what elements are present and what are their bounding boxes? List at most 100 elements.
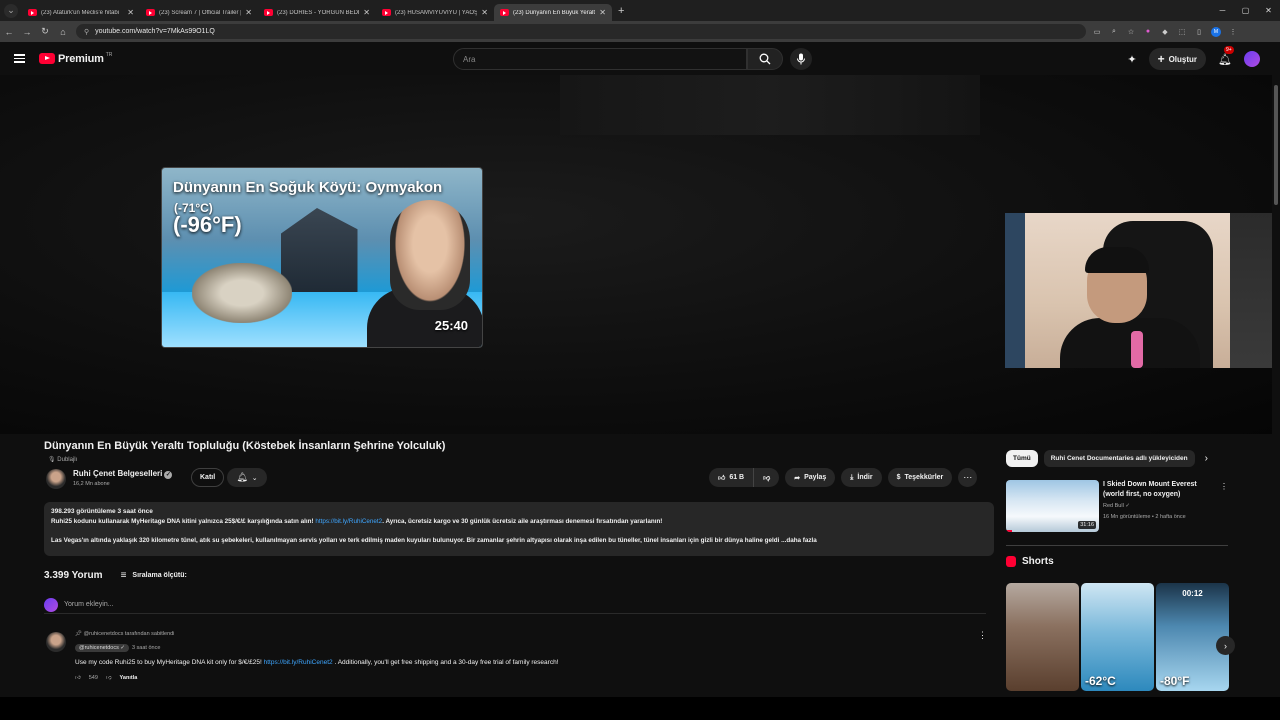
verified-check-icon: ✓ bbox=[120, 645, 125, 651]
profile-avatar[interactable]: M bbox=[1211, 26, 1221, 37]
channel-name[interactable]: Ruhi Çenet Belgeselleri ✓ bbox=[73, 469, 173, 479]
show-more-link[interactable]: ...daha fazla bbox=[781, 537, 817, 544]
thumbnail-temperature-fahrenheit: (-96°F) bbox=[173, 212, 242, 237]
recommended-channel-name: Red Bull bbox=[1103, 503, 1124, 509]
comment-dislike-button[interactable]: 👎︎ bbox=[106, 675, 112, 681]
chip-uploader[interactable]: Ruhi Cenet Documentaries adlı yükleyicid… bbox=[1043, 450, 1195, 467]
scrollbar-thumb[interactable] bbox=[1274, 85, 1278, 205]
browser-tab[interactable]: (23) Atatürk'ün Meclis'e hitabı ✕ bbox=[22, 4, 140, 21]
description-link[interactable]: https://bit.ly/RuhiCenet2 bbox=[315, 518, 382, 525]
notifications-button[interactable]: 🔔︎ 9+ bbox=[1218, 46, 1234, 68]
video-player[interactable]: Dünyanın En Soğuk Köyü: Oymyakon (-71°C)… bbox=[0, 75, 1280, 434]
webcam-microphone bbox=[1131, 331, 1143, 368]
youtube-premium-logo[interactable]: Premium TR bbox=[39, 52, 112, 65]
close-tab-icon[interactable]: ✕ bbox=[245, 8, 252, 17]
extensions-area: ▭ ⌕ ☆ ● ◆ ⬚ ▯ M ⋮ bbox=[1092, 26, 1238, 37]
end-screen-video-thumbnail[interactable]: Dünyanın En Soğuk Köyü: Oymyakon (-71°C)… bbox=[161, 167, 483, 348]
search-input[interactable]: Ara bbox=[453, 48, 747, 70]
zoom-icon[interactable]: ⌕ bbox=[1109, 27, 1119, 37]
comment-like-button[interactable]: 👍︎ bbox=[75, 675, 81, 681]
close-tab-icon[interactable]: ✕ bbox=[481, 8, 488, 17]
account-avatar[interactable] bbox=[1244, 51, 1260, 67]
create-button[interactable]: + Oluştur bbox=[1148, 48, 1207, 70]
url-field[interactable]: ⚲ youtube.com/watch?v=7MkAs99O1LQ bbox=[76, 24, 1086, 39]
recommended-menu-icon[interactable]: ⋮ bbox=[1220, 482, 1228, 491]
header-actions: ✦ + Oluştur 🔔︎ 9+ bbox=[1127, 46, 1260, 70]
minimize-icon[interactable]: ─ bbox=[1211, 6, 1234, 15]
tab-search-icon[interactable]: ⌄ bbox=[4, 3, 18, 18]
reload-icon[interactable]: ↻ bbox=[36, 26, 54, 37]
search-button[interactable] bbox=[747, 48, 783, 70]
add-comment-field[interactable]: Yorum ekleyin... bbox=[44, 596, 986, 614]
back-icon[interactable]: ← bbox=[0, 27, 18, 37]
short-caption: -62°C bbox=[1085, 674, 1116, 688]
view-count-and-date: 398.293 görüntüleme 3 saat önce bbox=[51, 508, 153, 515]
share-button[interactable]: ➦ Paylaş bbox=[785, 468, 836, 487]
short-video[interactable]: 00:12 -80°F bbox=[1156, 583, 1229, 691]
tab-title: (23) HUSAMVIYUVIYU | YAOŞI bbox=[395, 9, 478, 16]
thumbnail-title: Dünyanın En Soğuk Köyü: Oymyakon bbox=[173, 179, 443, 196]
youtube-favicon-icon bbox=[146, 9, 155, 16]
browser-tab-active[interactable]: (23) Dünyanın En Büyük Yeraltı ✕ bbox=[494, 4, 612, 21]
browser-tab[interactable]: (23) HUSAMVIYUVIYU | YAOŞI ✕ bbox=[376, 4, 494, 21]
description-text: . Ayrıca, ücretsiz kargo ve 30 günlük üc… bbox=[382, 518, 663, 525]
share-label: Paylaş bbox=[804, 474, 827, 481]
maximize-icon[interactable]: ▢ bbox=[1234, 6, 1257, 15]
channel-avatar[interactable] bbox=[46, 469, 66, 489]
extension-icon[interactable]: ● bbox=[1143, 27, 1153, 37]
new-tab-icon[interactable]: + bbox=[618, 5, 624, 17]
short-video[interactable]: -62°C bbox=[1081, 583, 1154, 691]
youtube-favicon-icon bbox=[382, 9, 391, 16]
tab-title: (23) Dünyanın En Büyük Yeraltı bbox=[513, 9, 596, 16]
download-label: İndir bbox=[857, 474, 873, 481]
comment-link[interactable]: https://bit.ly/RuhiCenet2 bbox=[264, 659, 333, 666]
voice-search-button[interactable] bbox=[790, 48, 812, 70]
extension-icon[interactable]: ◆ bbox=[1160, 27, 1170, 37]
more-actions-button[interactable]: ⋯ bbox=[958, 468, 978, 487]
thanks-button[interactable]: $ Teşekkürler bbox=[887, 468, 953, 487]
chip-all[interactable]: Tümü bbox=[1006, 450, 1038, 467]
dubbed-badge: 🎙︎ Dublajlı bbox=[48, 456, 994, 463]
thanks-icon: $ bbox=[896, 474, 901, 481]
comment-count: 3.399 Yorum bbox=[44, 570, 103, 581]
browser-menu-icon[interactable]: ⋮ bbox=[1228, 27, 1238, 37]
chevron-right-icon[interactable]: › bbox=[1205, 453, 1208, 464]
subscribed-notifications-button[interactable]: 🔔︎ ⌄ bbox=[227, 468, 267, 487]
thumbnail-duration: 25:40 bbox=[434, 318, 468, 333]
home-icon[interactable]: ⌂ bbox=[54, 27, 72, 37]
comment-menu-icon[interactable]: ⋮ bbox=[978, 630, 987, 641]
site-info-icon[interactable]: ⚲ bbox=[84, 28, 89, 36]
close-window-icon[interactable]: ✕ bbox=[1257, 6, 1280, 15]
join-button[interactable]: Katıl bbox=[191, 468, 225, 487]
youtube-logo-icon bbox=[39, 53, 55, 64]
bookmark-star-icon[interactable]: ☆ bbox=[1126, 27, 1136, 37]
forward-icon[interactable]: → bbox=[18, 27, 36, 37]
ai-sparkle-icon[interactable]: ✦ bbox=[1127, 53, 1136, 66]
close-tab-icon[interactable]: ✕ bbox=[363, 8, 370, 17]
browser-tab[interactable]: (23) DORİES - YORGUN BEDEN ✕ bbox=[258, 4, 376, 21]
sidebar-icon[interactable]: ▯ bbox=[1194, 27, 1204, 37]
dislike-button[interactable]: 👎︎ bbox=[754, 468, 780, 487]
recommended-video[interactable]: 31:16 I Skied Down Mount Everest (world … bbox=[1006, 480, 1228, 532]
close-tab-icon[interactable]: ✕ bbox=[127, 8, 134, 17]
browser-tab[interactable]: (23) Scream 7 | Official Trailer | ✕ bbox=[140, 4, 258, 21]
reply-button[interactable]: Yanıtla bbox=[120, 675, 138, 681]
hamburger-menu-icon[interactable] bbox=[14, 52, 25, 65]
download-button[interactable]: ⤓ İndir bbox=[841, 468, 882, 487]
close-tab-icon[interactable]: ✕ bbox=[599, 8, 606, 17]
extensions-puzzle-icon[interactable]: ⬚ bbox=[1177, 27, 1187, 37]
filter-chips: Tümü Ruhi Cenet Documentaries adlı yükle… bbox=[1006, 450, 1228, 467]
page-scrollbar[interactable] bbox=[1272, 75, 1280, 700]
like-button[interactable]: 👍︎ 61 B bbox=[709, 468, 755, 487]
comment-author-handle[interactable]: @ruhicenetdocs ✓ bbox=[75, 644, 129, 652]
download-icon: ⤓ bbox=[850, 473, 854, 481]
comment-author-avatar[interactable] bbox=[46, 632, 66, 652]
cast-icon[interactable]: ▭ bbox=[1092, 27, 1102, 37]
short-video[interactable] bbox=[1006, 583, 1079, 691]
description-box[interactable]: 398.293 görüntüleme 3 saat önce Ruhi25 k… bbox=[44, 502, 994, 556]
recommended-channel: Red Bull ✓ bbox=[1103, 503, 1130, 509]
chip-label: Ruhi Cenet Documentaries adlı yükleyicid… bbox=[1050, 455, 1188, 462]
sort-comments-button[interactable]: ≡ Sıralama ölçütü: bbox=[121, 570, 187, 581]
recommended-duration: 31:16 bbox=[1078, 521, 1096, 529]
shorts-next-button[interactable]: › bbox=[1216, 636, 1235, 655]
